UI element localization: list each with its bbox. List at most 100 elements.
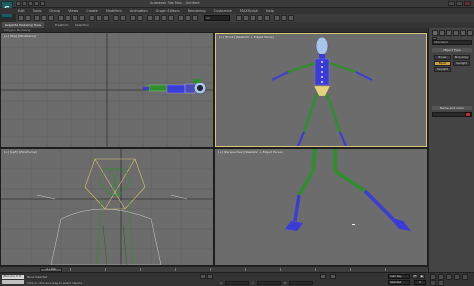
motion-tab-icon[interactable]: [453, 30, 459, 36]
timeline-tick: [280, 268, 281, 271]
window-title: Autodesk 3ds Max - Untitled: [150, 1, 200, 5]
material-editor-icon[interactable]: [264, 15, 270, 21]
percent-snap-icon[interactable]: [161, 15, 167, 21]
create-tab-icon[interactable]: [432, 30, 438, 36]
biped-top-figure: [143, 79, 207, 95]
biped-button[interactable]: Biped: [434, 61, 451, 66]
play-icon[interactable]: ▶: [419, 274, 425, 279]
select-rotate-icon[interactable]: [96, 15, 102, 21]
save-file-icon[interactable]: [28, 1, 33, 6]
schematic-view-icon[interactable]: [257, 15, 263, 21]
redo-toolbar-icon[interactable]: [25, 15, 31, 21]
viewport-label[interactable]: [+] [Perspective] [Realistic + Edged Fac…: [218, 150, 283, 154]
timeline-tick: [175, 268, 176, 271]
selection-filter-dropdown[interactable]: All: [204, 15, 230, 21]
maximize-viewport-icon[interactable]: [438, 280, 444, 286]
timeline-tick: [140, 268, 141, 271]
modify-tab-icon[interactable]: [439, 30, 445, 36]
status-bar: Welcome to M None Selected Click or clic…: [0, 272, 474, 286]
name-and-color-rollout[interactable]: Name and Color: [432, 106, 472, 110]
grid-icon[interactable]: [320, 274, 326, 279]
left-view-wireframe: [1, 149, 213, 265]
y-coordinate-field[interactable]: [257, 281, 281, 285]
redo-icon[interactable]: [40, 1, 45, 6]
x-label: X:: [220, 281, 223, 285]
maxscript-listener[interactable]: Welcome to M: [2, 275, 24, 279]
key-mode-dropdown[interactable]: Selected: [388, 280, 410, 285]
named-selection-icon[interactable]: [178, 15, 184, 21]
z-coordinate-field[interactable]: [289, 281, 313, 285]
align-icon[interactable]: [192, 15, 198, 21]
undo-icon[interactable]: [34, 1, 39, 6]
render-icon[interactable]: [288, 15, 294, 21]
lock-selection-icon[interactable]: [200, 274, 206, 279]
layer-manager-icon[interactable]: [236, 15, 242, 21]
ring-array-button[interactable]: Ring Array: [453, 55, 470, 60]
snaps-toggle-icon[interactable]: [147, 15, 153, 21]
open-file-icon[interactable]: [22, 1, 27, 6]
select-manipulate-icon[interactable]: [130, 15, 136, 21]
viewport-left[interactable]: [+] [Left] [Wireframe]: [1, 149, 213, 265]
close-icon[interactable]: [464, 1, 471, 6]
rectangular-selection-icon[interactable]: [72, 15, 78, 21]
category-dropdown[interactable]: Standard: [432, 40, 472, 45]
daylight-button[interactable]: Daylight: [434, 67, 451, 72]
mirror-icon[interactable]: [185, 15, 191, 21]
timeline-tick: [210, 268, 211, 271]
zoom-extents-icon[interactable]: [446, 274, 452, 280]
add-time-tag-icon[interactable]: [330, 274, 336, 279]
timeline-tick: [315, 268, 316, 271]
viewport-label[interactable]: [+] [Front] [Realistic + Edged Faces]: [219, 35, 274, 39]
spinner-snap-icon[interactable]: [168, 15, 174, 21]
object-type-rollout[interactable]: Object Type: [432, 48, 472, 52]
reference-coordinate-icon[interactable]: [113, 15, 119, 21]
link-icon[interactable]: [34, 15, 40, 21]
rendered-frame-icon[interactable]: [281, 15, 287, 21]
x-coordinate-field[interactable]: [225, 281, 249, 285]
pan-icon[interactable]: [462, 274, 468, 280]
select-move-icon[interactable]: [89, 15, 95, 21]
maximize-icon[interactable]: [456, 1, 463, 6]
new-file-icon[interactable]: [16, 1, 21, 6]
title-bar: Autodesk 3ds Max - Untitled: [0, 0, 474, 8]
undo-toolbar-icon[interactable]: [18, 15, 24, 21]
z-label: Z:: [284, 281, 287, 285]
biped-perspective-figure: [285, 149, 411, 231]
window-crossing-icon[interactable]: [79, 15, 85, 21]
timeline-tick: [385, 268, 386, 271]
current-frame-field[interactable]: 0: [414, 280, 426, 285]
goto-start-icon[interactable]: ⏮: [412, 274, 418, 279]
prompt-hint: Click or click-and-drag to select object…: [27, 281, 83, 285]
select-scale-icon[interactable]: [103, 15, 109, 21]
viewport-label[interactable]: [+] [Left] [Wireframe]: [4, 150, 37, 154]
pivot-center-icon[interactable]: [120, 15, 126, 21]
main-toolbar: All: [16, 14, 474, 22]
graphite-toggle-icon[interactable]: [243, 15, 249, 21]
angle-snap-icon[interactable]: [154, 15, 160, 21]
select-object-icon[interactable]: [58, 15, 64, 21]
viewport-label[interactable]: [+] [Top] [Wireframe]: [4, 34, 36, 38]
viewport-perspective[interactable]: [+] [Perspective] [Realistic + Edged Fac…: [215, 149, 427, 265]
bones-button[interactable]: Bones: [434, 55, 451, 60]
curve-editor-icon[interactable]: [250, 15, 256, 21]
unlink-icon[interactable]: [41, 15, 47, 21]
display-tab-icon[interactable]: [460, 30, 466, 36]
select-by-name-icon[interactable]: [65, 15, 71, 21]
auto-key-button[interactable]: Auto Key: [388, 274, 410, 279]
render-setup-icon[interactable]: [274, 15, 280, 21]
maxscript-listener-output[interactable]: [2, 280, 24, 284]
object-color-swatch[interactable]: [465, 112, 471, 117]
orbit-icon[interactable]: [430, 280, 436, 286]
utilities-tab-icon[interactable]: [467, 30, 473, 36]
keyboard-shortcut-icon[interactable]: [137, 15, 143, 21]
y-label: Y:: [252, 281, 255, 285]
viewport-top[interactable]: [+] [Top] [Wireframe]: [1, 33, 213, 147]
viewport-front[interactable]: [+] [Front] [Realistic + Edged Faces]: [215, 33, 427, 147]
bind-space-warp-icon[interactable]: [48, 15, 54, 21]
absolute-mode-icon[interactable]: [207, 274, 213, 279]
command-panel: Standard Object Type Bones Ring Array Bi…: [428, 28, 474, 272]
minimize-icon[interactable]: [448, 1, 455, 6]
hierarchy-tab-icon[interactable]: [446, 30, 452, 36]
field-of-view-icon[interactable]: [454, 274, 460, 280]
sunlight-button[interactable]: Sunlight: [453, 61, 470, 66]
